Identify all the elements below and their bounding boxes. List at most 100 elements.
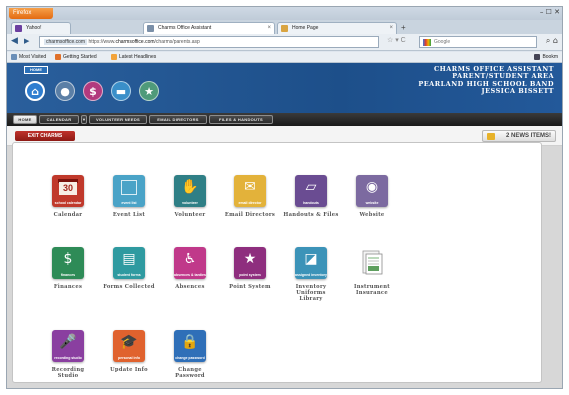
title-bar: Firefox – ☐ ✕ [7,7,562,20]
tab-charms[interactable]: Charms Office Assistant × [143,22,275,34]
bookmark-getting-started[interactable]: Getting Started [55,52,97,63]
search-input[interactable]: Google [419,36,537,48]
header-line-user: JESSICA BISSETT [481,87,554,96]
nav-calendar[interactable]: CALENDAR [39,115,79,124]
app-absences[interactable]: ♿ absences & tardies Absences [158,247,222,290]
insurance-icon [356,247,388,279]
back-icon[interactable]: ◀ [11,36,18,46]
app-label: Email Directors [224,212,276,218]
bookmarks-toolbar: Most Visited Getting Started Latest Head… [7,52,562,63]
close-tab-icon[interactable]: × [389,23,393,34]
app-grid-panel: 30 school calendar Calendar event list E… [12,142,542,383]
app-label: Event List [112,212,146,218]
site-identity[interactable]: charmsoffice.com [44,39,88,45]
nav-email-directors[interactable]: EMAIL DIRECTORS [149,115,207,124]
app-update-info[interactable]: 🎓 personal info Update Info [97,330,161,373]
window-controls[interactable]: – ☐ ✕ [540,8,560,16]
chat-icon[interactable]: ▬ [111,81,131,101]
dollar-icon[interactable]: $ [83,81,103,101]
star-icon: ★ point system [234,247,266,279]
close-tab-icon[interactable]: × [267,23,271,34]
tab-label: Yahoo! [26,25,42,31]
bookmark-star-icon[interactable]: ☆ ▾ C [387,36,406,44]
news-label: 2 NEWS ITEMS! [505,133,551,139]
bookmark-label: Latest Headlines [119,54,157,60]
bookmark-label: Getting Started [63,54,97,60]
app-label: Calendar [53,212,83,218]
hand-icon: ✋ volunteer [174,175,206,207]
person-icon[interactable]: ● [55,81,75,101]
app-label: Finances [53,284,83,290]
app-event-list[interactable]: event list Event List [97,175,161,218]
app-instrument-insurance[interactable]: Instrument Insurance [340,247,404,296]
lock-icon: 🔒 change password [174,330,206,362]
app-forms-collected[interactable]: ▤ student forms Forms Collected [97,247,161,290]
home-icon[interactable]: ⌕ ⌂ [546,36,558,46]
nav-home[interactable]: HOME [13,115,37,124]
microphone-icon: 🎤 recording studio [52,330,84,362]
app-label: Instrument Insurance [354,284,390,297]
tab-strip: Yahoo! Charms Office Assistant × Home Pa… [7,20,562,34]
bookmark-icon [11,53,17,60]
star-icon[interactable]: ★ [139,81,159,101]
app-label: Inventory Uniforms Library [295,284,327,303]
graduation-icon: 🎓 personal info [113,330,145,362]
bookmark-label: Most Visited [19,54,47,60]
page-favicon-icon [147,25,154,32]
bookmarks-icon [534,53,541,60]
chair-icon: ♿ absences & tardies [174,247,206,279]
bookmarks-menu[interactable]: Bookm [534,52,558,63]
address-bar[interactable]: charmsoffice.com https://www.charmsoffic… [39,36,379,48]
app-finances[interactable]: $ finances Finances [36,247,100,290]
app-calendar[interactable]: 30 school calendar Calendar [36,175,100,218]
bookmark-latest-headlines[interactable]: Latest Headlines [111,52,156,63]
inventory-icon: ◪ assigned inventory [295,247,327,279]
calendar-icon: 30 school calendar [52,175,84,207]
forward-icon[interactable]: ▶ [24,37,29,45]
app-website[interactable]: ◉ website Website [340,175,404,218]
tab-yahoo[interactable]: Yahoo! [11,22,71,34]
new-tab-button[interactable]: + [401,22,406,33]
app-label: Website [359,212,385,218]
app-inventory[interactable]: ◪ assigned inventory Inventory Uniforms … [279,247,343,303]
exit-charms-button[interactable]: EXIT CHARMS [15,131,75,141]
nav-volunteer-needs[interactable]: VOLUNTEER NEEDS [89,115,147,124]
app-recording-studio[interactable]: 🎤 recording studio Recording Studio [36,330,100,379]
app-label: Volunteer [174,212,206,218]
home-icon[interactable]: ⌂ [25,81,45,101]
nav-files-handouts[interactable]: FILES & HANDOUTS [209,115,273,124]
url-host: charmsoffice.com [115,39,155,45]
app-label: Forms Collected [103,284,155,290]
app-label: Handouts & Files [283,212,339,218]
app-label: Recording Studio [51,367,85,380]
nav-calendar-dropdown-icon[interactable]: ▼ [81,115,87,124]
app-volunteer[interactable]: ✋ volunteer Volunteer [158,175,222,218]
navigation-toolbar: ◀ ▶ charmsoffice.com https://www.charmso… [7,34,562,51]
firefox-icon [55,53,61,60]
bookmark-most-visited[interactable]: Most Visited [11,52,46,63]
tab-label: Charms Office Assistant [158,25,212,31]
app-change-password[interactable]: 🔒 change password Change Password [158,330,222,379]
news-icon [487,133,495,140]
header-info: CHARMS OFFICE ASSISTANT PARENT/STUDENT A… [418,65,554,96]
app-label: Update Info [110,367,148,373]
rss-icon [111,53,117,60]
search-placeholder: Google [434,39,451,45]
tab-label: Home Page [292,25,319,31]
mouse-icon: ◉ website [356,175,388,207]
tab-home-page[interactable]: Home Page × [277,22,397,34]
site-nav: HOME CALENDAR ▼ VOLUNTEER NEEDS EMAIL DI… [7,113,562,126]
home-tile[interactable]: HOME [24,66,48,74]
app-point-system[interactable]: ★ point system Point System [218,247,282,290]
app-handouts-files[interactable]: ▱ handouts Handouts & Files [279,175,343,218]
dollar-icon: $ finances [52,247,84,279]
app-label: Absences [175,284,205,290]
bookmark-label: Bookm [542,54,558,60]
app-label: Point System [229,284,271,290]
news-items-button[interactable]: 2 NEWS ITEMS! [482,130,556,142]
app-email-directors[interactable]: ✉ email director Email Directors [218,175,282,218]
firefox-menu-button[interactable]: Firefox [9,8,53,19]
page-favicon-icon [281,25,288,32]
url-path: /charms/parents.asp [154,39,200,45]
envelope-icon: ✉ email director [234,175,266,207]
